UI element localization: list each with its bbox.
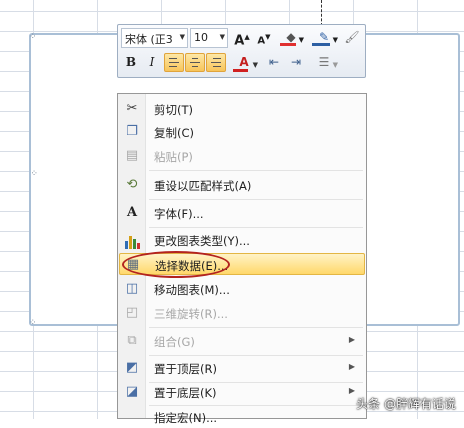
font-color-icon: A [239,55,249,69]
shrink-font-icon: A [257,35,266,47]
chevron-down-icon: ▼ [298,36,304,44]
watermark: 头条 @胖辉有话说 [356,397,456,411]
menu-item-label: 置于底层(K) [154,386,217,400]
menu-item-send-to-back[interactable]: ◪ 置于底层(K) ▶ [119,381,365,403]
send-to-back-icon: ◪ [125,384,139,399]
menu-item-label: 字体(F)... [154,207,204,221]
resize-handle-bottom-left[interactable]: ⁘ [29,319,36,328]
menu-separator [149,327,363,328]
grow-font-button[interactable]: A▲ [232,28,252,48]
menu-item-move-chart[interactable]: ◫ 移动图表(M)... [119,278,365,300]
decrease-indent-button[interactable]: ⇤ [264,53,284,73]
bullets-icon: ☰ [318,55,330,69]
chart-type-icon [122,231,142,249]
menu-item-label: 指定宏(N)... [154,411,218,425]
menu-separator [149,227,363,228]
increase-indent-button[interactable]: ⇥ [286,53,306,73]
scissors-icon: ✂ [126,101,138,116]
outline-color-button[interactable]: ✎ ▼ [310,28,338,48]
italic-icon: I [149,55,155,69]
align-right-button[interactable] [206,53,226,72]
menu-item-label: 粘贴(P) [154,150,193,164]
font-size-value: 10 [194,31,208,44]
annotation-ellipse [122,251,230,278]
chevron-down-icon: ▼ [332,36,338,44]
menu-item-label: 剪切(T) [154,103,193,117]
reset-style-icon: ⟲ [126,177,138,192]
grow-font-icon: A [234,33,245,49]
menu-item-font[interactable]: A 字体(F)... [119,202,365,224]
menu-separator [149,355,363,356]
shrink-font-button[interactable]: A▼ [254,28,274,48]
menu-item-reset-style[interactable]: ⟲ 重设以匹配样式(A) [119,174,365,196]
font-name-value: 宋体 (正3 [125,33,173,46]
paste-icon: ▤ [125,148,139,163]
menu-item-change-chart-type[interactable]: 更改图表类型(Y)... [119,229,365,251]
menu-item-label: 更改图表类型(Y)... [154,234,250,248]
format-painter-button[interactable]: 🖌 [342,28,362,48]
resize-handle-top-left[interactable]: ⁘ [29,33,36,42]
bring-to-front-icon: ◩ [125,360,139,375]
3d-rotation-icon: ◰ [125,305,139,320]
submenu-arrow-icon: ▶ [348,335,355,344]
menu-item-label: 复制(C) [154,126,195,140]
menu-separator [149,199,363,200]
font-icon: A [126,205,138,220]
format-painter-icon: 🖌 [344,30,360,44]
menu-item-copy[interactable]: ❐ 复制(C) [119,121,365,143]
chevron-down-icon: ▼ [252,61,258,69]
menu-separator [149,170,363,171]
menu-item-paste[interactable]: ▤ 粘贴(P) [119,145,365,167]
bullets-button[interactable]: ☰ ▼ [310,53,338,73]
menu-item-label: 三维旋转(R)... [154,307,228,321]
align-left-button[interactable] [164,53,184,72]
increase-indent-icon: ⇥ [290,55,302,69]
resize-handle-middle-left[interactable]: ⁘ [28,169,38,176]
align-center-button[interactable] [185,53,205,72]
decrease-indent-icon: ⇤ [268,55,280,69]
menu-item-label: 组合(G) [154,335,195,349]
fill-color-button[interactable]: ◆ ▼ [278,28,304,48]
menu-item-assign-macro[interactable]: 指定宏(N)... [119,406,365,428]
menu-item-label: 移动图表(M)... [154,283,230,297]
italic-button[interactable]: I [142,53,162,73]
menu-item-label: 置于顶层(R) [154,362,217,376]
bold-button[interactable]: B [121,53,141,73]
font-color-button[interactable]: A ▼ [230,53,258,73]
bold-icon: B [125,55,137,69]
menu-item-3d-rotation[interactable]: ◰ 三维旋转(R)... [119,302,365,324]
submenu-arrow-icon: ▶ [348,362,355,371]
copy-icon: ❐ [126,124,138,139]
chevron-down-icon: ▼ [219,33,225,41]
column-guide-line [321,0,322,26]
chevron-down-icon: ▼ [332,61,338,69]
menu-item-cut[interactable]: ✂ 剪切(T) [119,98,365,120]
submenu-arrow-icon: ▶ [348,386,355,395]
pen-icon: ✎ [318,30,330,44]
font-size-combo[interactable]: 10 ▼ [190,28,228,48]
paint-bucket-icon: ◆ [286,30,296,44]
move-chart-icon: ◫ [125,281,139,296]
group-icon: ⧉ [127,333,137,348]
menu-item-bring-to-front[interactable]: ◩ 置于顶层(R) ▶ [119,357,365,379]
menu-item-label: 重设以匹配样式(A) [154,179,252,193]
chevron-down-icon: ▼ [179,33,185,41]
macro-icon [122,408,142,426]
font-name-combo[interactable]: 宋体 (正3 ▼ [121,28,188,48]
menu-item-group[interactable]: ⧉ 组合(G) ▶ [119,330,365,352]
mini-formatting-toolbar: 宋体 (正3 ▼ 10 ▼ A▲ A▼ ◆ ▼ ✎ ▼ 🖌 B I A ▼ ⇤ … [117,24,366,78]
